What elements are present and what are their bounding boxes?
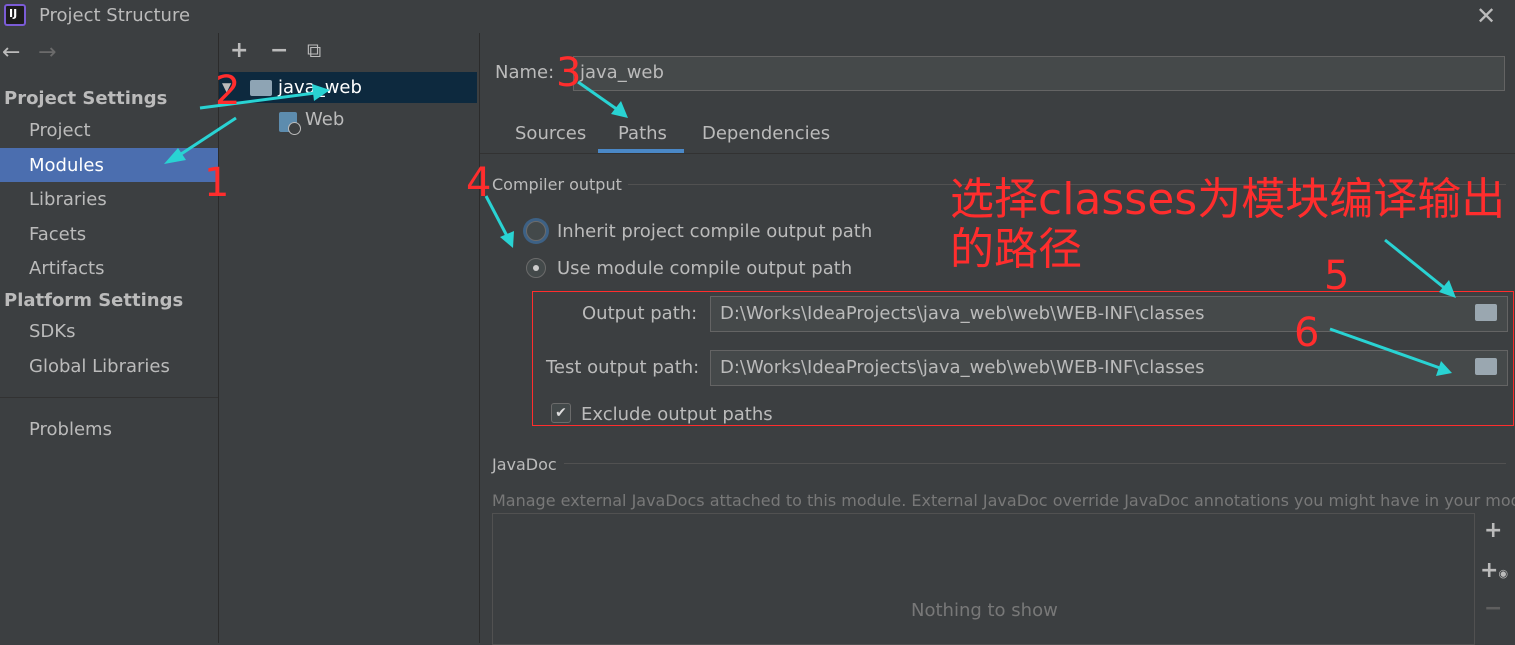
arrow-6 [1329,327,1441,370]
annotation-3: 3 [556,50,582,96]
arrow-3 [577,80,619,112]
arrow-1 [174,116,237,160]
annotation-4: 4 [466,160,492,206]
annotation-6: 6 [1294,310,1320,356]
annotation-note-line1: 选择classes为模块编译输出 [950,174,1506,225]
annotation-note: 选择classes为模块编译输出 的路径 [950,175,1505,275]
annotation-note-line2: 的路径 [950,224,1082,275]
annotation-2: 2 [215,68,241,114]
annotation-1: 1 [204,160,230,206]
